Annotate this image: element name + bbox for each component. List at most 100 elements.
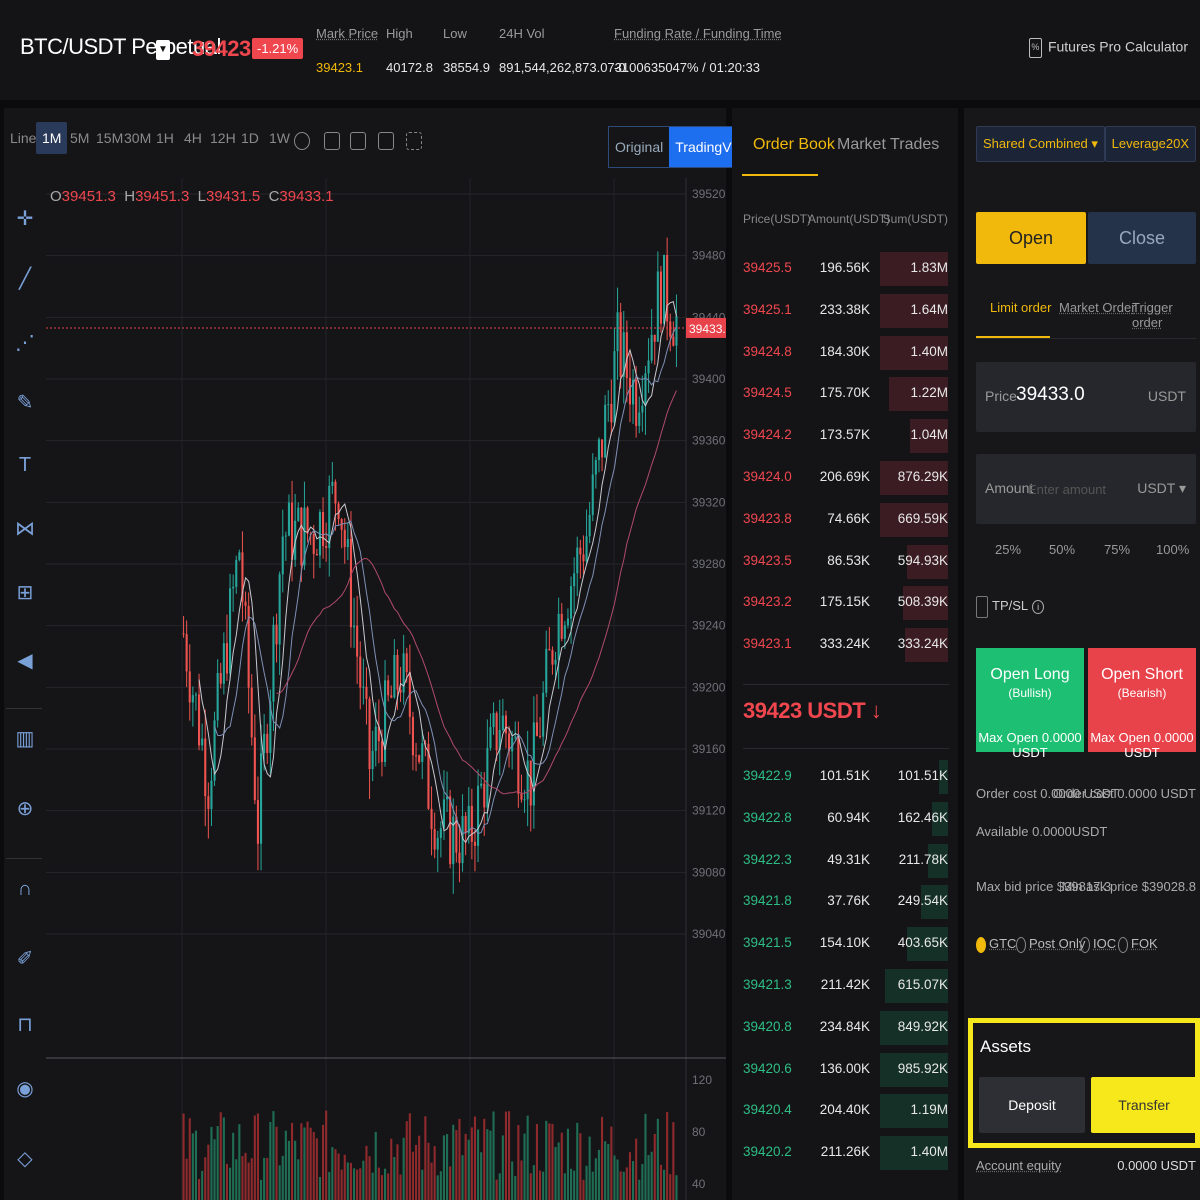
magnet-icon[interactable]: ∩ [14,878,36,900]
timeframe-12h[interactable]: 12H [210,130,236,146]
timeframe-30m[interactable]: 30M [124,130,151,146]
info-icon[interactable]: i [1032,600,1045,614]
price-chart[interactable]: 39520.039480.039440.039400.039360.039320… [46,178,726,1200]
margin-mode-select[interactable]: Shared Combined ▾ [976,126,1105,162]
tab-market-trades[interactable]: Market Trades [837,136,939,154]
percent-100-button[interactable]: 100% [1156,542,1189,557]
ask-row[interactable]: 39424.8 184.30K 1.40M [732,332,958,374]
pair-selector[interactable]: BTC/USDT Perpetual [20,34,221,60]
amount-field[interactable]: Amount Enter amount USDT ▾ [976,454,1196,524]
volume-bar [641,1164,644,1200]
open-short-button[interactable]: Open Short (Bearish) Max Open 0.0000 USD… [1088,648,1196,760]
bid-row[interactable]: 39421.3 211.42K 615.07K [732,965,958,1007]
fib-tool-icon[interactable]: ⋰ [14,332,36,354]
tpsl-checkbox[interactable] [976,596,988,618]
ruler-icon[interactable]: ▥ [14,728,36,750]
timeframe-4h[interactable]: 4H [184,130,202,146]
candle-body [504,715,507,734]
price-field[interactable]: Price 39433.0 USDT [976,362,1196,432]
ask-row[interactable]: 39425.5 196.56K 1.83M [732,248,958,290]
view-original-button[interactable]: Original [609,127,669,167]
bid-row[interactable]: 39421.8 37.76K 249.54K [732,881,958,923]
bid-row[interactable]: 39422.9 101.51K 101.51K [732,756,958,798]
tab-trigger-order[interactable]: Trigger order [1132,300,1200,330]
ask-row[interactable]: 39423.2 175.15K 508.39K [732,582,958,624]
amount-unit-select[interactable]: USDT ▾ [1137,480,1186,497]
chevron-down-icon[interactable]: ▼ [156,40,170,60]
tif-gtc-radio[interactable]: GTC [976,936,1016,953]
tif-ioc-radio[interactable]: IOC [1080,936,1116,953]
candle-body [449,796,452,865]
fullscreen-icon[interactable] [406,132,422,150]
timeframe-5m[interactable]: 5M [70,130,89,146]
volume-bar [480,1152,483,1200]
settings-icon[interactable] [294,132,310,150]
bid-row[interactable]: 39421.5 154.10K 403.65K [732,923,958,965]
percent-25-button[interactable]: 25% [995,542,1021,557]
volume-bar [201,1170,204,1200]
volume-bar [622,1171,625,1200]
ask-row[interactable]: 39424.5 175.70K 1.22M [732,373,958,415]
candle-body [315,553,318,556]
edit-icon[interactable] [350,132,366,150]
open-tab-button[interactable]: Open [976,212,1086,264]
ask-row[interactable]: 39424.0 206.69K 876.29K [732,457,958,499]
volume-bar [353,1168,356,1200]
bid-row[interactable]: 39420.2 211.26K 1.40M [732,1132,958,1174]
ask-row[interactable]: 39424.2 173.57K 1.04M [732,415,958,457]
bid-row[interactable]: 39420.6 136.00K 985.92K [732,1049,958,1091]
deposit-button[interactable]: Deposit [979,1077,1085,1133]
futures-calculator-link[interactable]: % Futures Pro Calculator [1028,38,1188,58]
lock-drawing-icon[interactable]: ✐ [14,948,36,970]
candle-body [306,507,309,534]
lock-icon[interactable]: ⊓ [14,1014,36,1036]
timeframe-1d[interactable]: 1D [241,130,259,146]
tab-order-book[interactable]: Order Book [753,136,835,154]
volume-bar [229,1167,232,1200]
tif-fok-radio[interactable]: FOK [1118,936,1158,953]
brush-icon[interactable]: ✎ [14,392,36,414]
percent-selector: 25% 50% 75% 100% [976,538,1196,564]
timeframe-1h[interactable]: 1H [156,130,174,146]
transfer-button[interactable]: Transfer [1091,1077,1197,1133]
short-title-text: Open Short [1101,666,1183,683]
visibility-icon[interactable]: ◉ [14,1078,36,1100]
percent-75-button[interactable]: 75% [1104,542,1130,557]
tif-post-only-radio[interactable]: Post Only [1016,936,1085,953]
bid-row[interactable]: 39422.3 49.31K 211.78K [732,840,958,882]
leverage-select[interactable]: Leverage20X [1104,126,1196,162]
open-long-button[interactable]: Open Long (Bullish) Max Open 0.0000 USDT [976,648,1084,760]
ask-row[interactable]: 39423.1 333.24K 333.24K [732,624,958,666]
ask-row[interactable]: 39423.8 74.66K 669.59K [732,499,958,541]
tab-limit-order[interactable]: Limit order [990,300,1051,315]
crosshair-icon[interactable]: ✛ [14,208,36,230]
trendline-icon[interactable]: ╱ [14,268,36,290]
timeframe-1w[interactable]: 1W [269,130,290,146]
timeframe-15m[interactable]: 15M [96,130,123,146]
ask-row[interactable]: 39423.5 86.53K 594.93K [732,541,958,583]
screenshot-icon[interactable] [378,132,394,150]
trash-icon[interactable]: ◇ [14,1148,36,1170]
ask-amount: 206.69K [819,469,870,484]
tab-market-order[interactable]: Market Order [1059,300,1136,315]
volume-bar [656,1118,659,1200]
measure-icon[interactable]: ⊞ [14,582,36,604]
ask-row[interactable]: 39425.1 233.38K 1.64M [732,290,958,332]
pattern-tool-icon[interactable]: ⋈ [14,518,36,540]
timeframe-1m[interactable]: 1M [36,122,68,154]
bid-row[interactable]: 39420.4 204.40K 1.19M [732,1090,958,1132]
candle-body [368,698,371,770]
price-axis-label: 39160.0 [692,742,726,756]
bid-row[interactable]: 39422.8 60.94K 162.46K [732,798,958,840]
volume-bar [588,1136,591,1200]
volume-bar [467,1139,470,1200]
bid-row[interactable]: 39420.8 234.84K 849.92K [732,1007,958,1049]
indicators-icon[interactable] [324,132,340,150]
zoom-in-icon[interactable]: ⊕ [14,798,36,820]
text-tool-icon[interactable]: T [14,454,36,476]
percent-50-button[interactable]: 50% [1049,542,1075,557]
timeframe-line[interactable]: Line [10,130,36,146]
close-tab-button[interactable]: Close [1088,212,1196,264]
account-equity-label: Account equity [976,1158,1062,1173]
back-arrow-icon[interactable]: ◀ [14,650,36,672]
